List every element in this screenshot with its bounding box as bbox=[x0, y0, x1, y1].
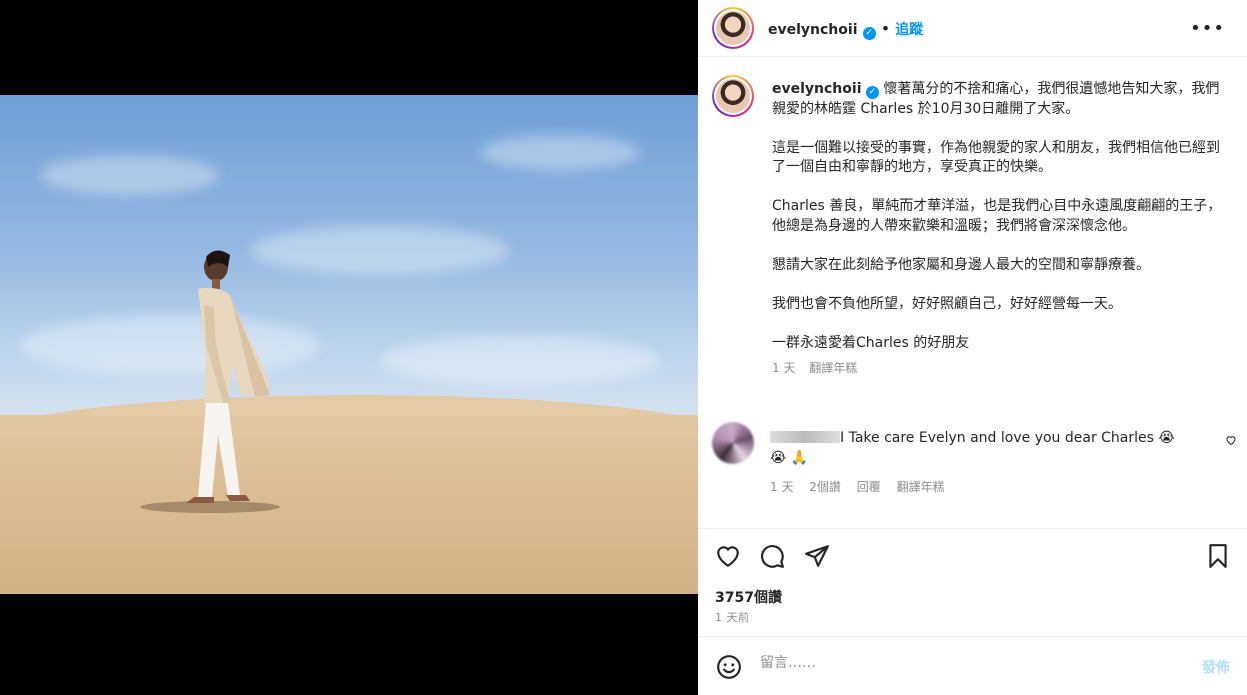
caption-paragraph: 我們也會不負他所望，好好照顧自己，好好經營每一天。 bbox=[772, 295, 1122, 312]
comment-icon[interactable] bbox=[759, 543, 785, 569]
comment-composer: 發佈 bbox=[698, 636, 1247, 695]
photo-sky bbox=[0, 95, 698, 435]
author-username[interactable]: evelynchoii bbox=[768, 22, 858, 38]
comment-likes[interactable]: 2個讚 bbox=[809, 480, 841, 494]
caption-paragraph: 一群永遠愛着Charles 的好朋友 bbox=[772, 334, 970, 351]
more-options-icon[interactable]: ••• bbox=[1190, 18, 1225, 39]
emoji-icon[interactable] bbox=[716, 654, 742, 680]
verified-badge-icon: ✓ bbox=[862, 27, 876, 40]
share-icon[interactable] bbox=[804, 543, 830, 569]
caption-age: 1 天 bbox=[772, 361, 796, 375]
post-comment-button[interactable]: 發佈 bbox=[1202, 657, 1230, 677]
post-photo bbox=[0, 95, 698, 594]
photo-sand bbox=[0, 415, 698, 594]
post-time[interactable]: 1 天前 bbox=[715, 609, 750, 625]
post-media[interactable] bbox=[0, 0, 698, 695]
post-header: evelynchoii ✓ • 追蹤 ••• bbox=[698, 0, 1247, 57]
person-figure bbox=[140, 250, 280, 513]
caption-paragraph: Charles 善良，單純而才華洋溢，也是我們心目中永遠風度翩翩的王子，他總是為… bbox=[772, 198, 1222, 234]
heart-icon[interactable] bbox=[715, 543, 741, 569]
caption-translate-link[interactable]: 翻譯年糕 bbox=[809, 361, 857, 375]
caption-meta: 1 天 翻譯年糕 bbox=[772, 359, 1222, 379]
verified-badge-icon: ✓ bbox=[865, 86, 879, 99]
heart-outline-icon[interactable] bbox=[1225, 434, 1237, 446]
comment-meta: 1 天 2個讚 回覆 翻譯年糕 bbox=[770, 478, 957, 495]
comment-input[interactable] bbox=[760, 655, 1160, 671]
bookmark-icon[interactable] bbox=[1205, 543, 1231, 569]
post-caption: evelynchoii ✓ 懷著萬分的不捨和痛心，我們很遺憾地告知大家，我們親愛… bbox=[772, 80, 1222, 379]
author-avatar[interactable] bbox=[712, 7, 754, 49]
post-panel: evelynchoii ✓ • 追蹤 ••• evelynchoii ✓ 懷著萬… bbox=[698, 0, 1247, 695]
action-bar bbox=[698, 528, 1247, 582]
header-separator: • bbox=[880, 19, 891, 38]
comment-body: I Take care Evelyn and love you dear Cha… bbox=[770, 428, 1190, 468]
caption-author-avatar[interactable] bbox=[712, 75, 754, 117]
caption-paragraph: 懇請大家在此刻給予他家屬和身邊人最大的空間和寧靜療養。 bbox=[772, 256, 1150, 273]
caption-username[interactable]: evelynchoii bbox=[772, 81, 862, 97]
like-count[interactable]: 3757個讚 bbox=[715, 587, 782, 607]
commenter-username-blurred[interactable] bbox=[770, 431, 840, 443]
comment-age: 1 天 bbox=[770, 480, 794, 494]
commenter-avatar[interactable] bbox=[712, 422, 754, 464]
comment-reply-button[interactable]: 回覆 bbox=[857, 480, 881, 494]
caption-paragraph: 這是一個難以接受的事實，作為他親愛的家人和朋友，我們相信他已經到了一個自由和寧靜… bbox=[772, 139, 1220, 176]
comment-translate-link[interactable]: 翻譯年糕 bbox=[897, 480, 945, 494]
follow-button[interactable]: 追蹤 bbox=[895, 22, 923, 38]
